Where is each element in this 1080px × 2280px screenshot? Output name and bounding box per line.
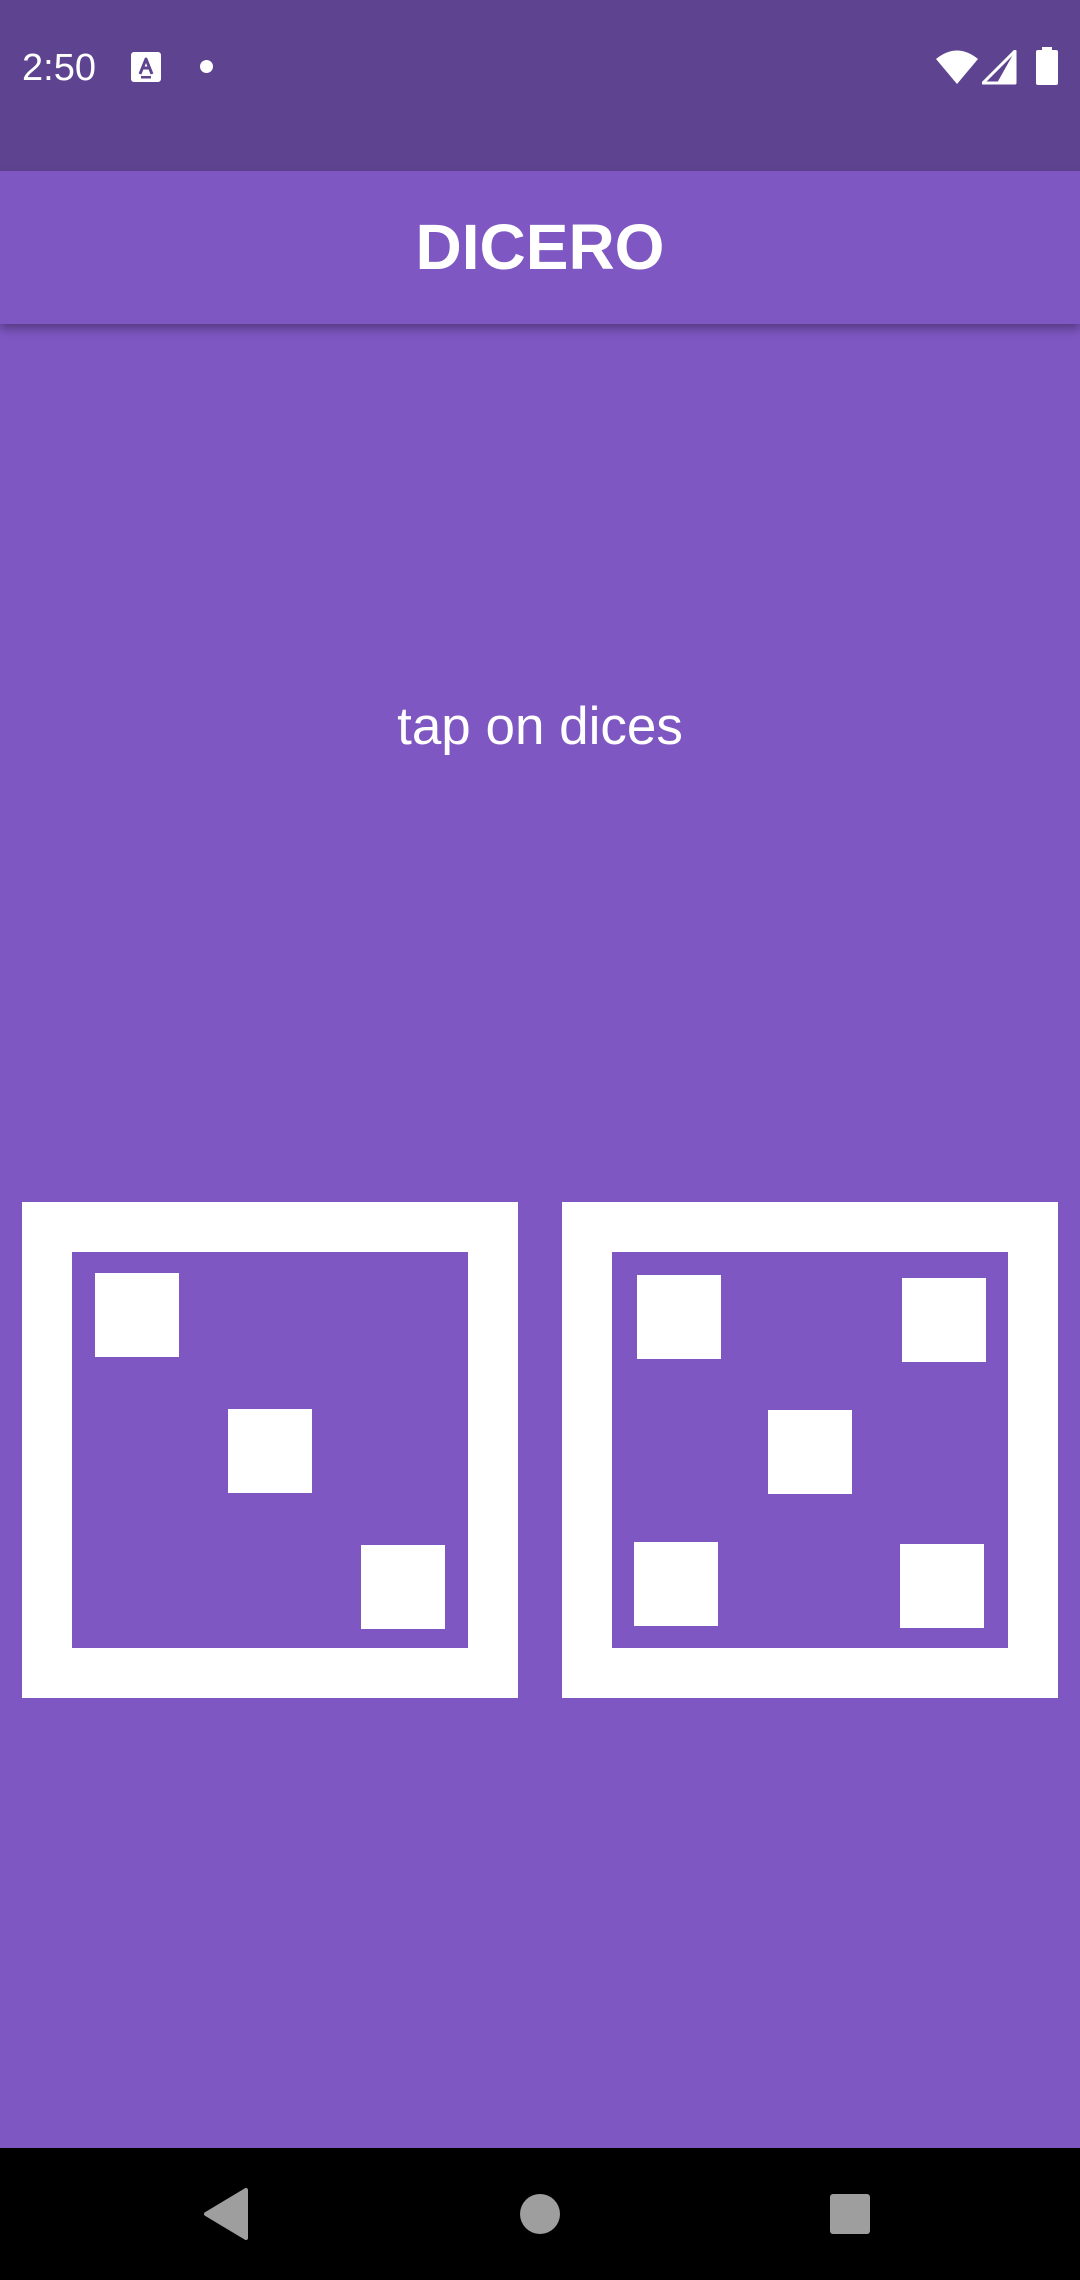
dice-face-three-icon — [22, 1202, 518, 1698]
tap-hint-text: tap on dices — [397, 697, 683, 756]
app-bar: DICERO — [0, 171, 1080, 324]
cell-signal-icon — [982, 50, 1017, 85]
home-icon[interactable] — [502, 2176, 578, 2252]
text-a-notification-icon — [131, 52, 161, 82]
app-title: DICERO — [415, 211, 665, 283]
status-bar: 2:50 — [0, 0, 1080, 171]
status-time: 2:50 — [22, 47, 96, 89]
recents-icon[interactable] — [812, 2176, 888, 2252]
notification-dot-icon — [200, 60, 213, 73]
left-dice-button[interactable] — [22, 1202, 518, 1698]
battery-icon — [1036, 47, 1058, 85]
back-icon[interactable] — [188, 2176, 264, 2252]
wifi-icon — [936, 50, 978, 84]
main-content: tap on dices — [0, 324, 1080, 2148]
right-dice-button[interactable] — [562, 1202, 1058, 1698]
navigation-bar — [0, 2148, 1080, 2280]
dice-face-five-icon — [562, 1202, 1058, 1698]
